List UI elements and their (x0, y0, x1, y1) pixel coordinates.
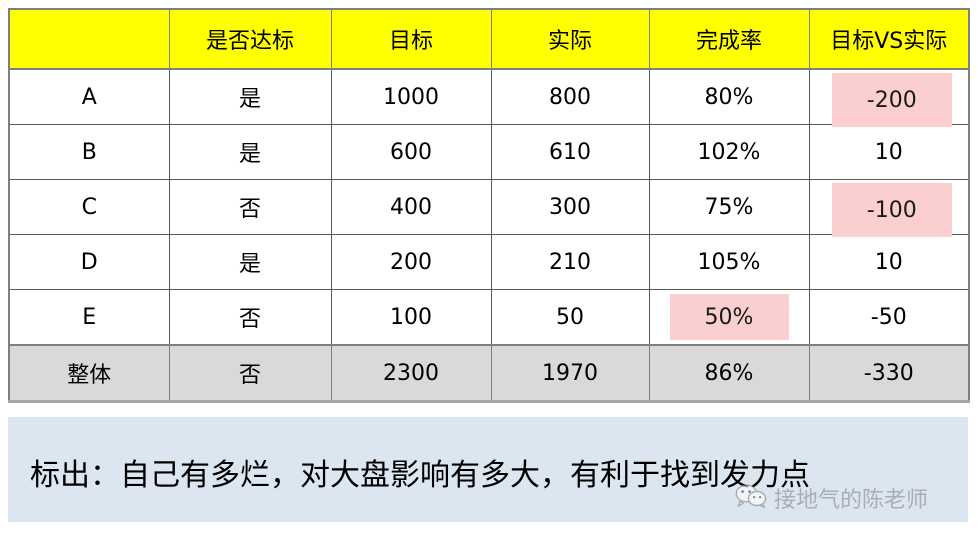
cell-name: D (8, 234, 170, 290)
cell-actual: 210 (490, 234, 650, 290)
header-row: 是否达标 目标 实际 完成率 目标VS实际 (8, 8, 970, 70)
caption-text: 标出：自己有多烂，对大盘影响有多大，有利于找到发力点 (30, 458, 810, 493)
cell-hit: 是 (168, 68, 332, 125)
summary-cell-diff: -330 (808, 344, 970, 403)
cell-name: B (8, 124, 170, 180)
summary-cell-goal: 2300 (330, 344, 492, 403)
column-header-rate: 完成率 (648, 8, 810, 70)
highlight-marker: 50% (669, 294, 789, 340)
cell-rate: 105% (648, 234, 810, 290)
cell-name: A (8, 68, 170, 125)
table-header: 是否达标 目标 实际 完成率 目标VS实际 (8, 8, 970, 70)
cell-rate: 80% (648, 68, 810, 125)
cell-diff: 10 (808, 124, 970, 180)
column-header-diff: 目标VS实际 (808, 8, 970, 70)
cell-diff: -50 (808, 289, 970, 346)
summary-cell-actual: 1970 (490, 344, 650, 403)
column-header-name (8, 8, 170, 70)
performance-table: 是否达标 目标 实际 完成率 目标VS实际 A 是 1000 800 80% -… (8, 8, 970, 403)
cell-actual: 300 (490, 179, 650, 235)
cell-goal: 400 (330, 179, 492, 235)
column-header-actual: 实际 (490, 8, 650, 70)
table-body: A 是 1000 800 80% -200 -200 B 是 600 610 1… (8, 68, 970, 403)
cell-actual: 800 (490, 68, 650, 125)
cell-goal: 100 (330, 289, 492, 346)
summary-cell-rate: 86% (648, 344, 810, 403)
highlight-marker: -200 (831, 73, 952, 127)
column-header-goal: 目标 (330, 8, 492, 70)
cell-goal: 1000 (330, 68, 492, 125)
cell-rate: 50% 50% (648, 289, 810, 346)
cell-name: C (8, 179, 170, 235)
cell-hit: 是 (168, 124, 332, 180)
summary-cell-name: 整体 (8, 344, 170, 403)
column-header-hit: 是否达标 (168, 8, 332, 70)
cell-name: E (8, 289, 170, 346)
cell-diff: -200 -200 (808, 68, 970, 127)
cell-diff: 10 (808, 234, 970, 290)
cell-rate: 102% (648, 124, 810, 180)
summary-cell-hit: 否 (168, 344, 332, 403)
cell-hit: 否 (168, 179, 332, 235)
cell-rate: 75% (648, 179, 810, 235)
table-row: E 否 100 50 50% 50% -50 (8, 289, 970, 346)
cell-hit: 否 (168, 289, 332, 346)
table-row: A 是 1000 800 80% -200 -200 (8, 68, 970, 127)
cell-hit: 是 (168, 234, 332, 290)
cell-goal: 200 (330, 234, 492, 290)
table-row: D 是 200 210 105% 10 (8, 234, 970, 290)
wechat-icon (735, 484, 767, 512)
table-row: C 否 400 300 75% -100 -100 (8, 179, 970, 237)
highlight-marker: -100 (831, 183, 952, 237)
table-row: B 是 600 610 102% 10 (8, 124, 970, 180)
cell-diff: -100 -100 (808, 179, 970, 237)
cell-goal: 600 (330, 124, 492, 180)
cell-actual: 610 (490, 124, 650, 180)
watermark: 接地气的陈老师 (735, 482, 928, 514)
cell-actual: 50 (490, 289, 650, 346)
table-summary-row: 整体 否 2300 1970 86% -330 (8, 344, 970, 403)
watermark-account-name: 接地气的陈老师 (774, 488, 929, 513)
